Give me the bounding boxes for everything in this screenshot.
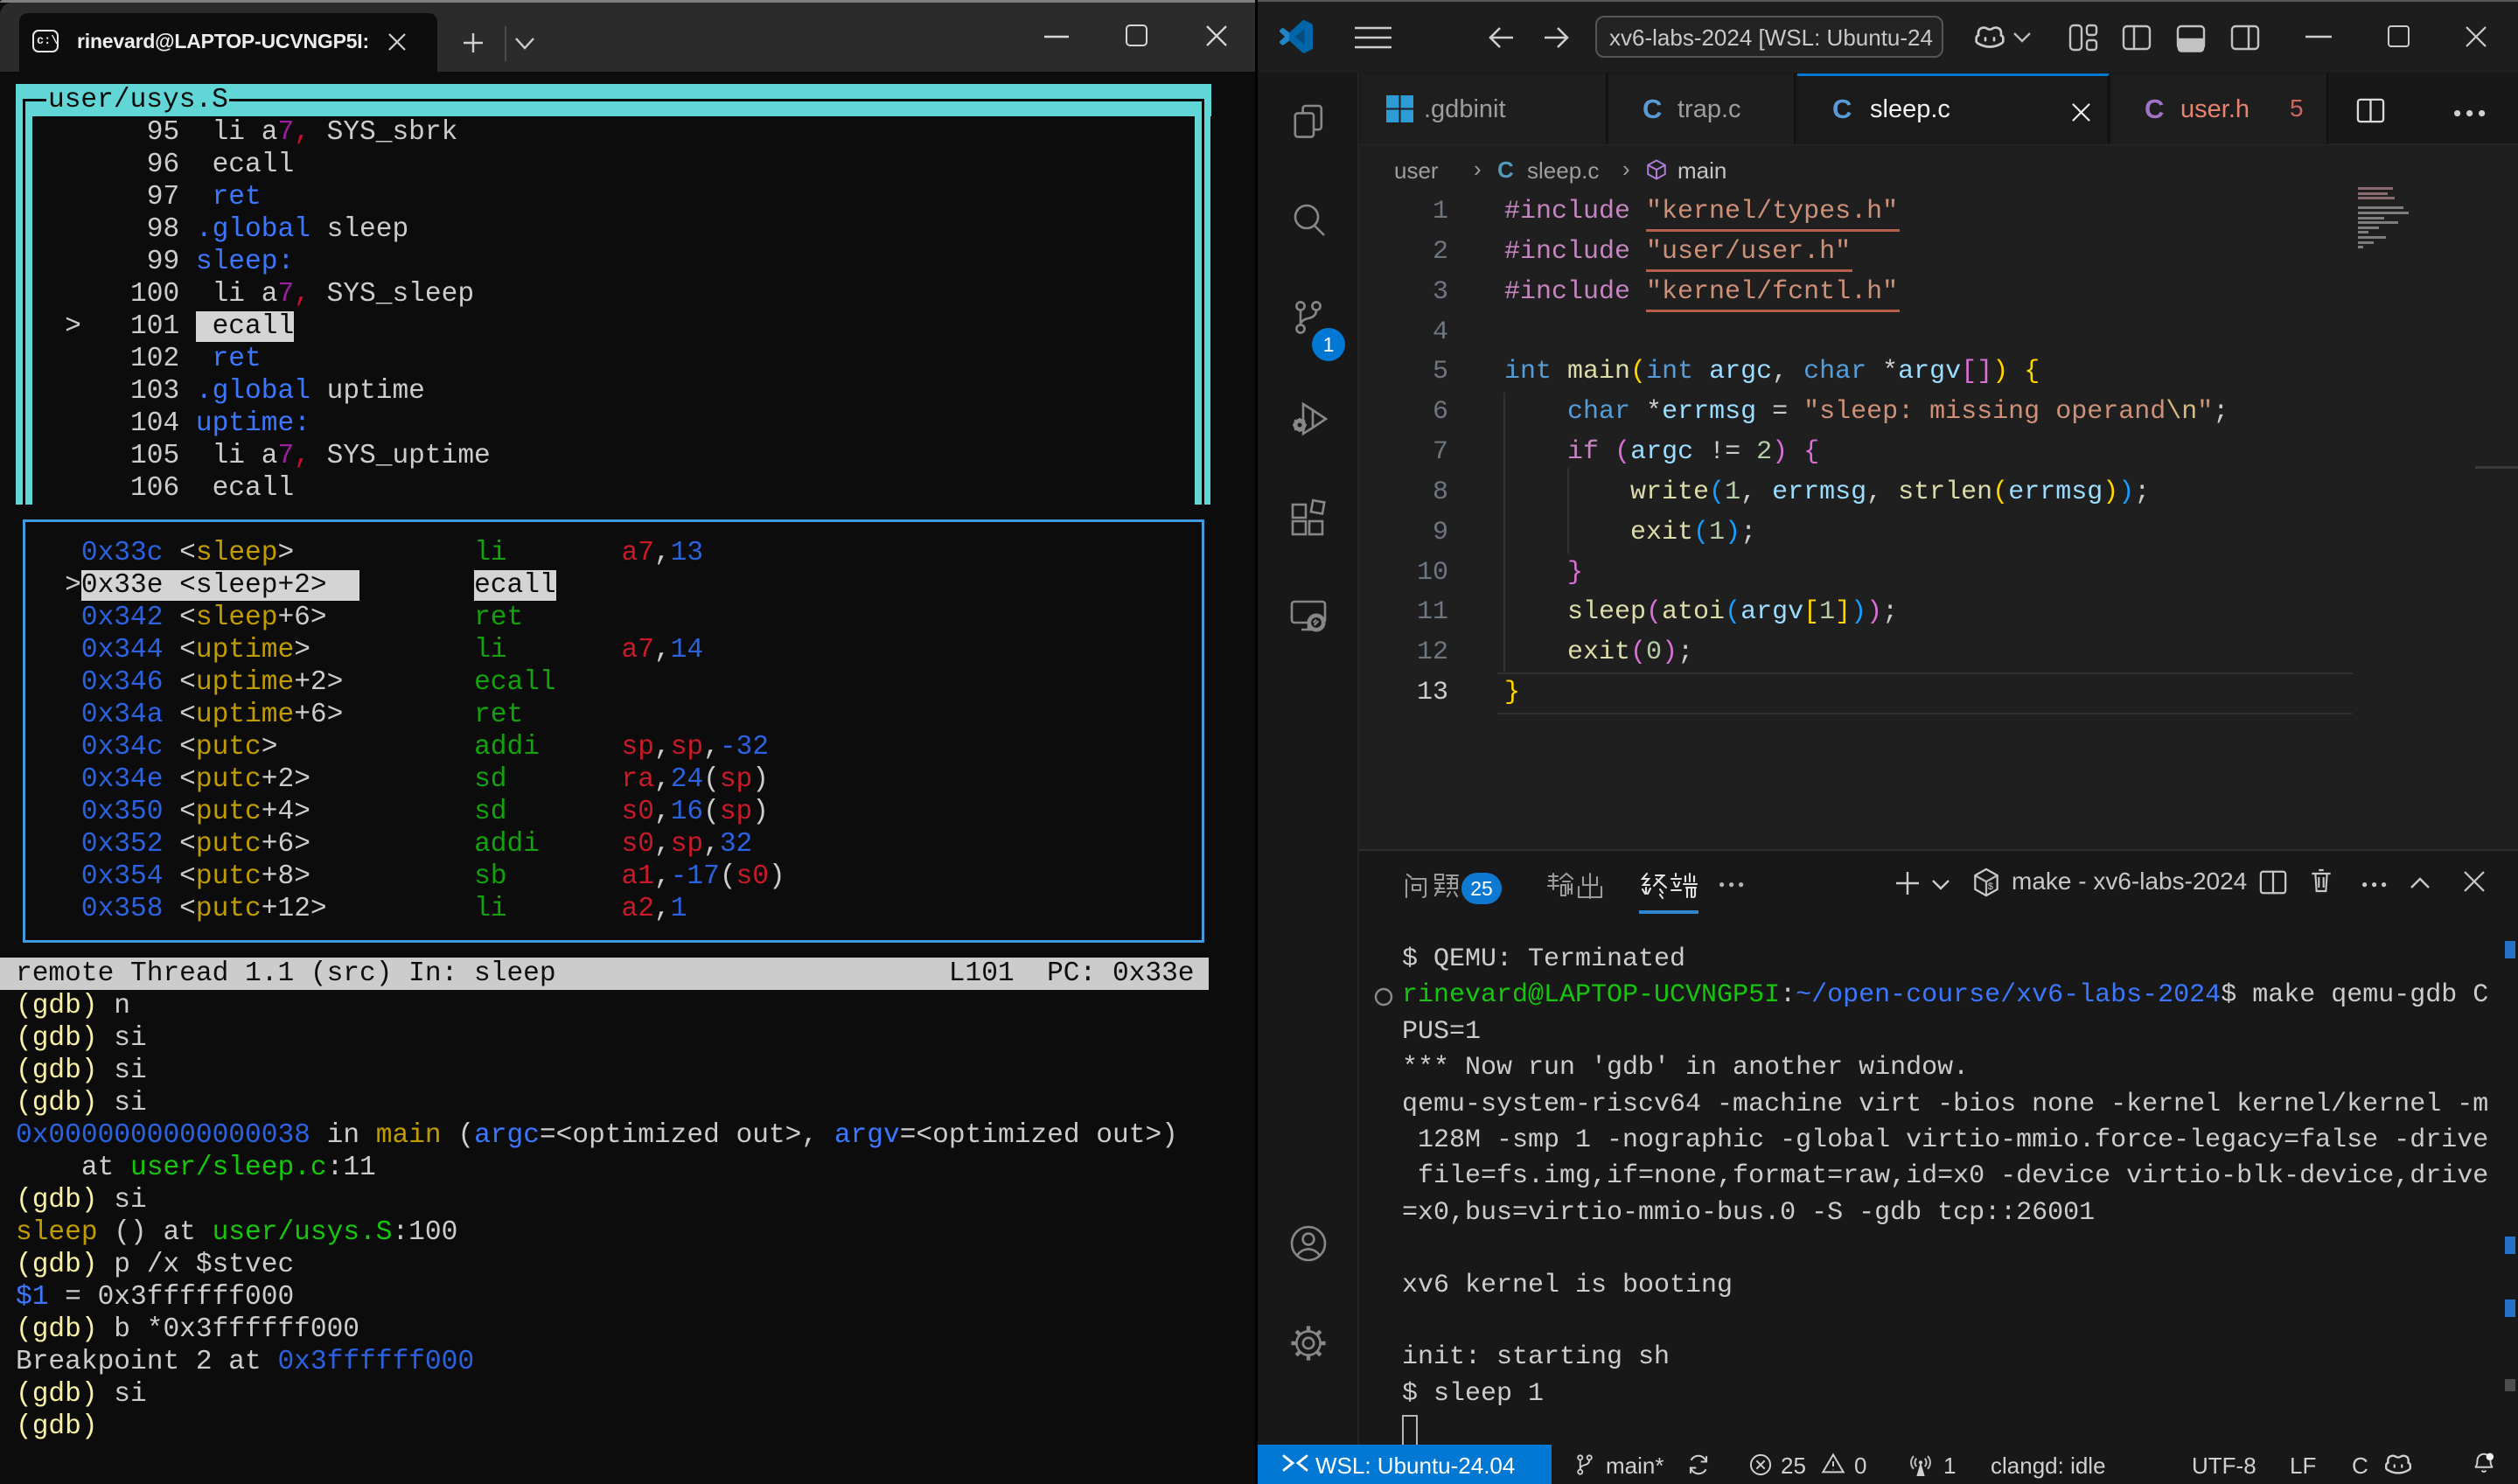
svg-text:$: $ bbox=[1988, 882, 1994, 893]
